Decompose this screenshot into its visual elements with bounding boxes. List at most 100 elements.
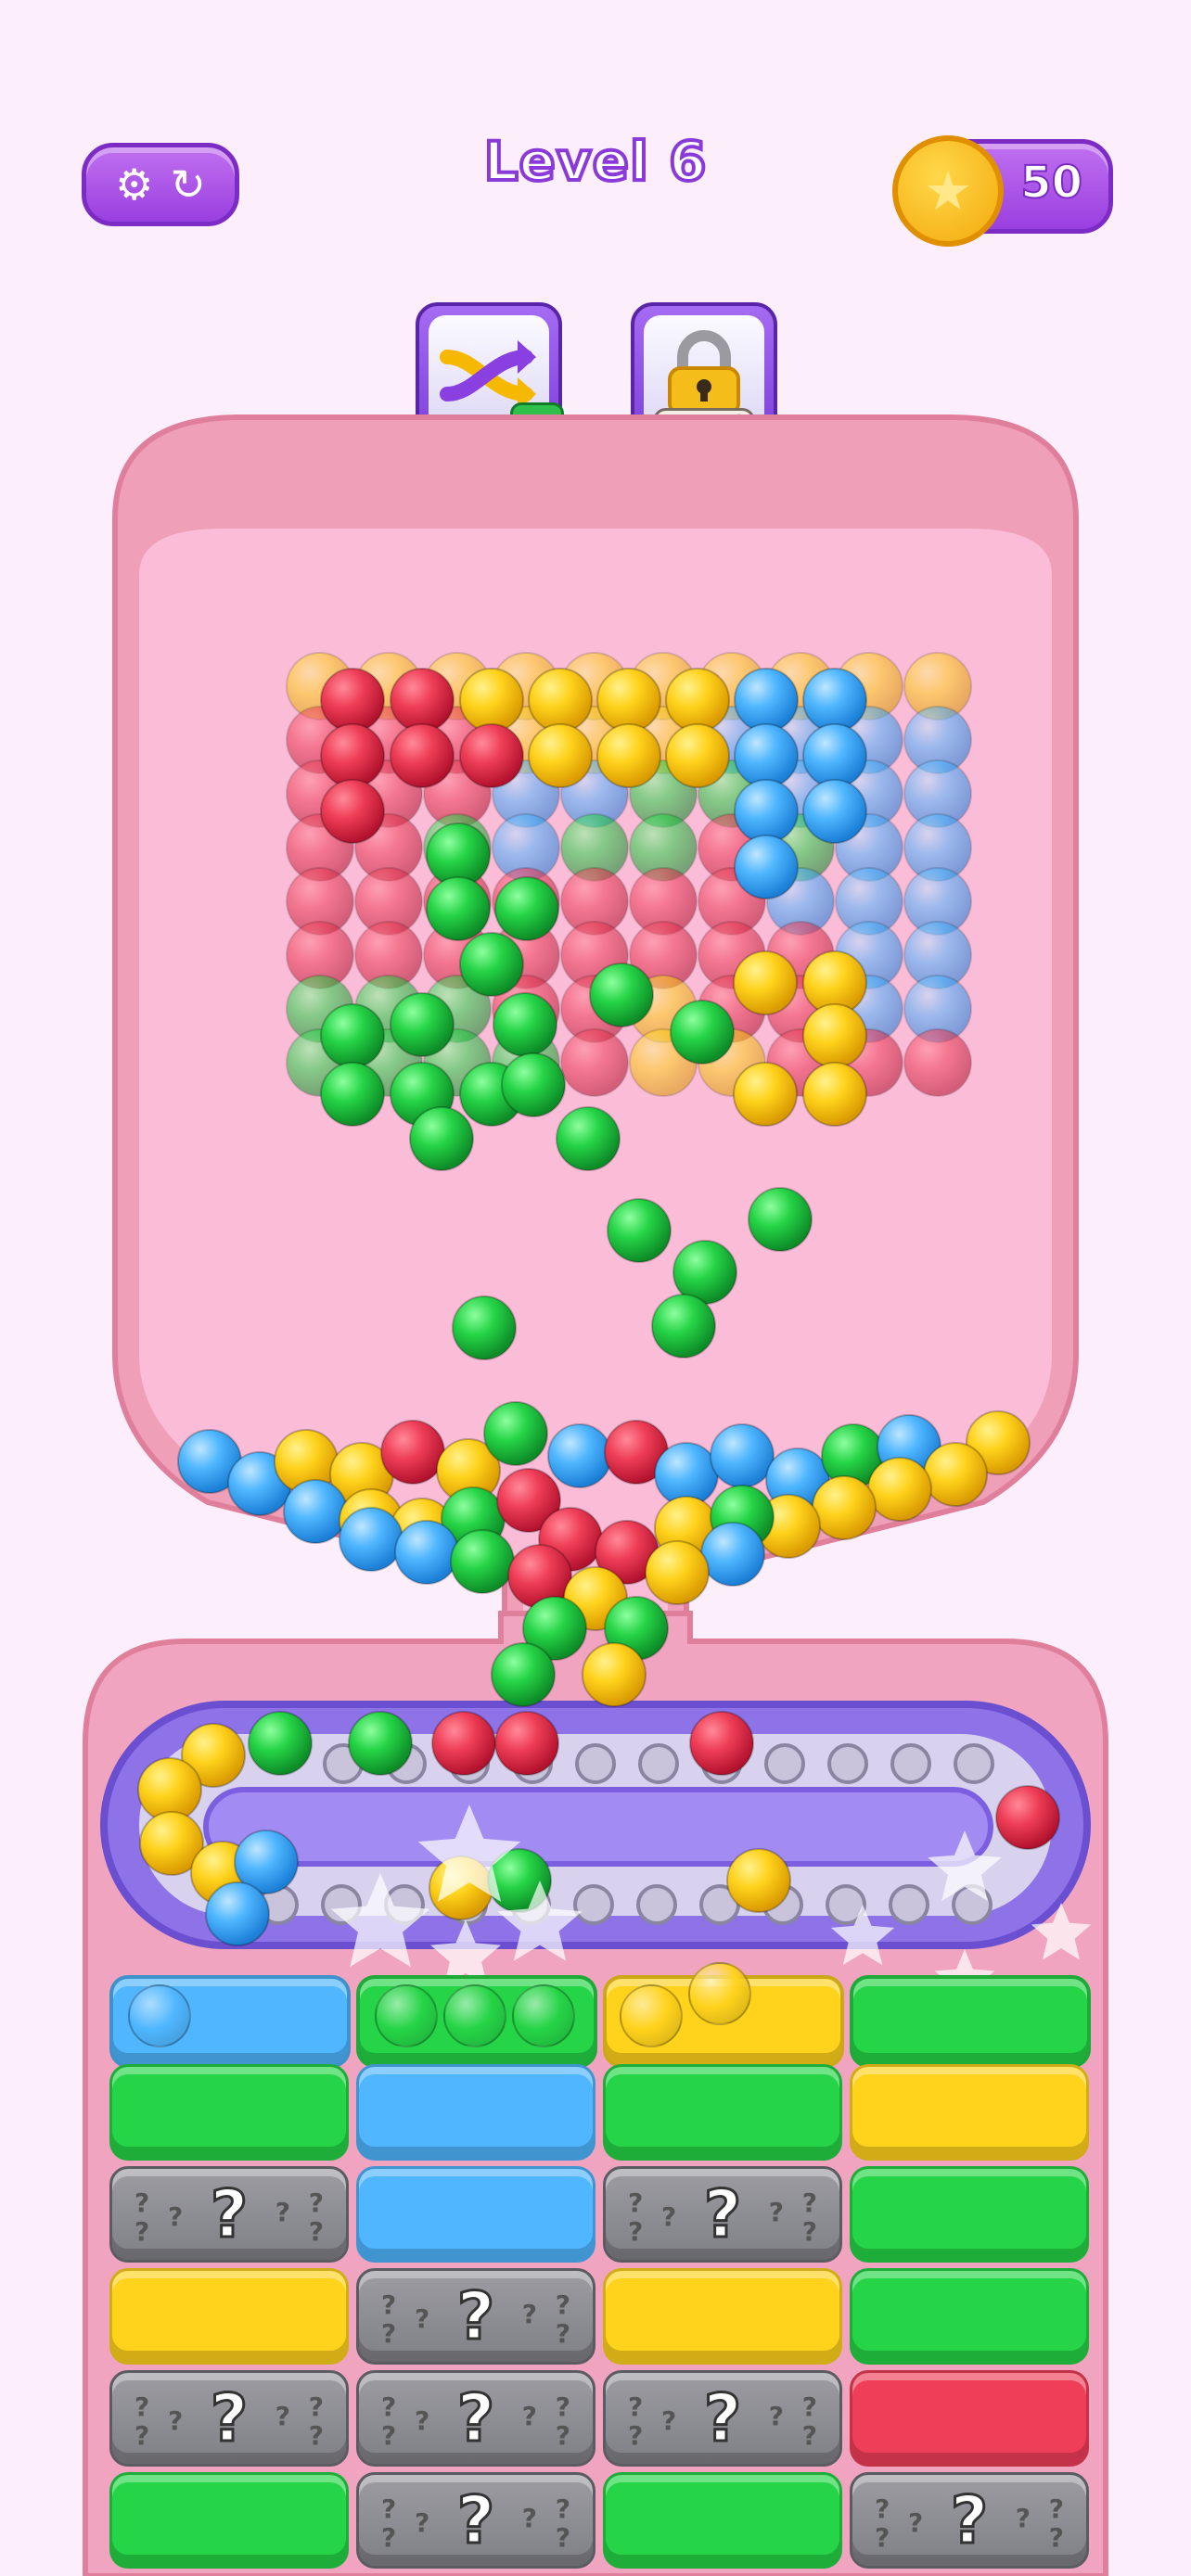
yellow-ball [802,1062,867,1127]
blue-ball [394,1520,459,1585]
question-mark-icon: ? [801,2187,817,2218]
question-mark-icon: ? [555,2289,570,2320]
question-mark-icon: ? [381,2522,397,2553]
green-ball [443,1984,506,2047]
green-ball [409,1106,474,1171]
yellow-ball [688,1962,751,2025]
question-mark-icon: ? [1048,2493,1064,2524]
yellow-ball [459,668,524,733]
blue-ball [339,1507,403,1572]
question-mark-icon: ? [381,2420,397,2451]
question-mark-icon: ? [275,2401,290,2431]
yellow-ball [923,1442,988,1507]
question-mark-icon: ? [1048,2522,1064,2553]
question-mark-icon: ? [455,2481,496,2560]
question-mark-icon: ? [555,2391,570,2422]
question-mark-icon: ? [628,2216,644,2247]
blue-ball [802,723,867,788]
question-mark-icon: ? [415,2303,430,2334]
conveyor-slot [764,1743,805,1784]
question-mark-icon: ? [455,2379,496,2458]
yellow-ball [582,1642,647,1707]
question-mark-icon: ? [1015,2503,1031,2533]
mystery-block[interactable]: ??????? [603,2166,842,2263]
yellow-block[interactable] [850,2064,1089,2161]
red-block[interactable] [850,2370,1089,2467]
mystery-block[interactable]: ??????? [356,2370,596,2467]
red-ball [560,1028,629,1097]
yellow-block[interactable] [109,2268,349,2365]
question-mark-icon: ? [875,2493,890,2524]
green-ball [450,1529,515,1594]
question-mark-icon: ? [168,2201,184,2232]
green-ball [426,876,491,941]
yellow-ball [812,1475,877,1540]
question-mark-icon: ? [521,2401,537,2431]
mystery-block[interactable]: ??????? [356,2472,596,2569]
red-ball [903,1028,972,1097]
yellow-ball [867,1457,932,1522]
green-ball [491,1642,556,1707]
question-mark-icon: ? [381,2318,397,2349]
conveyor-slot [827,1743,868,1784]
yellow-ball [726,1848,791,1913]
mystery-block[interactable]: ??????? [109,2370,349,2467]
green-ball [512,1984,575,2047]
question-mark-icon: ? [308,2187,324,2218]
mystery-block[interactable]: ??????? [109,2166,349,2263]
green-block[interactable] [603,2064,842,2161]
red-ball [995,1785,1060,1850]
red-ball [320,723,385,788]
mystery-block[interactable]: ??????? [603,2370,842,2467]
green-block[interactable] [850,2268,1089,2365]
blue-block[interactable] [356,2064,596,2161]
question-mark-icon: ? [308,2420,324,2451]
question-mark-icon: ? [661,2201,677,2232]
question-mark-icon: ? [415,2405,430,2436]
question-mark-icon: ? [628,2187,644,2218]
conveyor-slot [889,1884,929,1925]
yellow-block[interactable] [603,2268,842,2365]
column-4-tray[interactable] [850,1975,1091,2068]
question-mark-icon: ? [768,2197,784,2227]
question-mark-icon: ? [702,2379,743,2458]
conveyor-slot [954,1743,994,1784]
green-ball [320,1003,385,1068]
green-ball [483,1401,548,1466]
question-mark-icon: ? [308,2216,324,2247]
conveyor-slot [638,1743,679,1784]
blue-ball [283,1479,348,1544]
blue-ball [205,1881,270,1946]
green-block[interactable] [109,2064,349,2161]
question-mark-icon: ? [134,2187,150,2218]
question-mark-icon: ? [801,2216,817,2247]
green-ball [494,876,559,941]
blue-ball [734,668,799,733]
green-block[interactable] [603,2472,842,2569]
mystery-block[interactable]: ??????? [356,2268,596,2365]
green-ball [452,1295,517,1360]
green-ball [493,992,557,1057]
red-ball [689,1711,754,1776]
question-mark-icon: ? [908,2507,924,2538]
red-ball [459,723,524,788]
green-ball [501,1052,566,1117]
question-mark-icon: ? [455,2277,496,2356]
question-mark-icon: ? [768,2401,784,2431]
green-block[interactable] [850,2166,1089,2263]
question-mark-icon: ? [661,2405,677,2436]
green-ball [748,1187,813,1252]
question-mark-icon: ? [555,2318,570,2349]
blue-ball [802,668,867,733]
yellow-ball [596,723,661,788]
question-mark-icon: ? [134,2420,150,2451]
green-block[interactable] [109,2472,349,2569]
question-mark-icon: ? [555,2420,570,2451]
blue-ball [734,723,799,788]
mystery-block[interactable]: ??????? [850,2472,1089,2569]
green-ball [670,1000,735,1065]
conveyor-slot [573,1884,614,1925]
blue-block[interactable] [356,2166,596,2263]
green-ball [651,1294,716,1358]
question-mark-icon: ? [628,2391,644,2422]
